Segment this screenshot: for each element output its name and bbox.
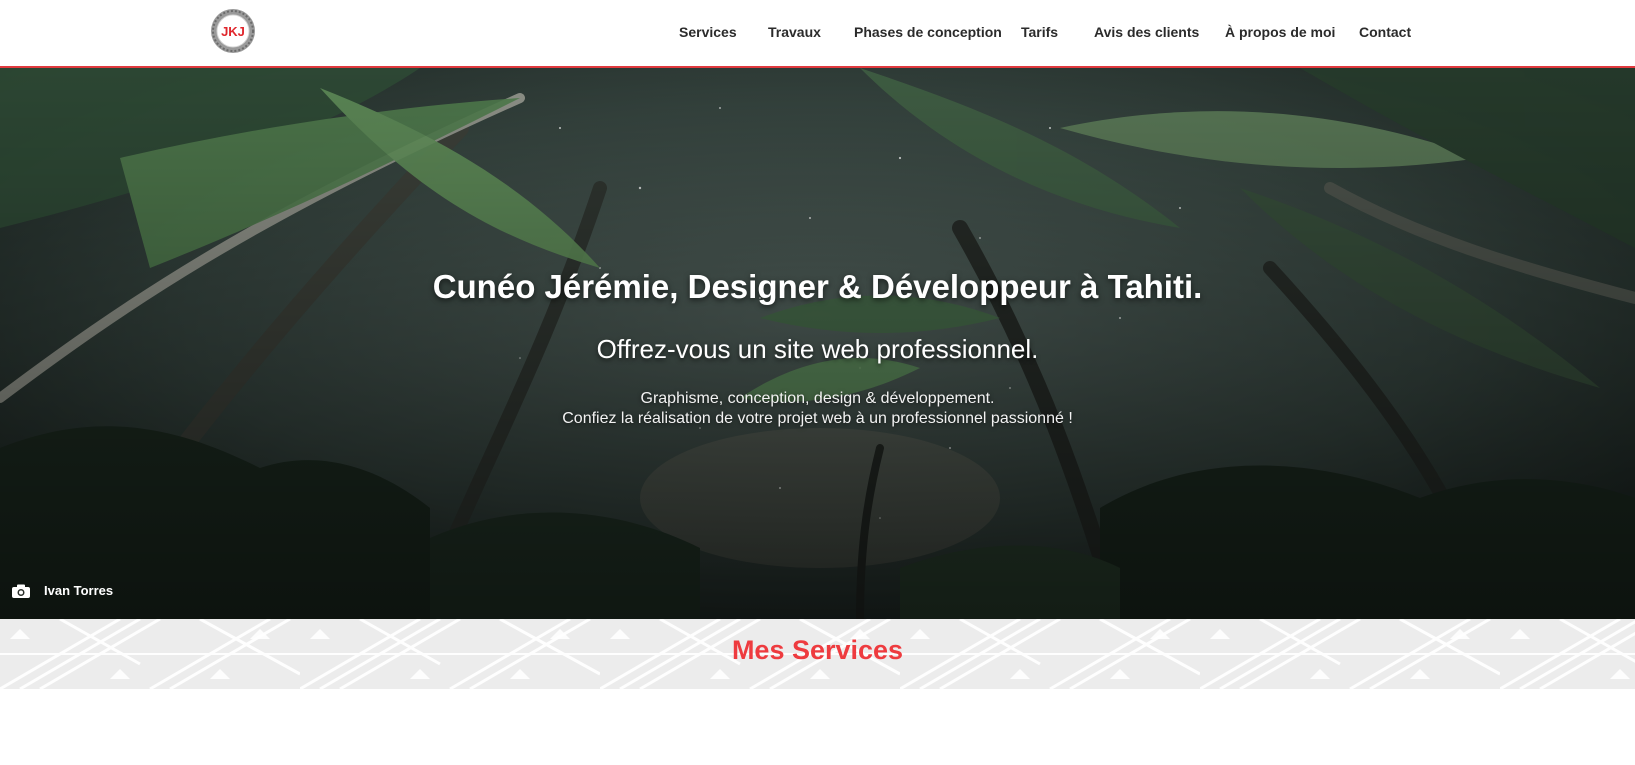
services-title: Mes Services xyxy=(731,635,904,665)
hero-section: Cunéo Jérémie, Designer & Développeur à … xyxy=(0,68,1635,619)
hero-tagline-2: Confiez la réalisation de votre projet w… xyxy=(562,410,1073,427)
main-nav: Services Travaux Phases de conception Ta… xyxy=(0,0,1635,66)
photo-credit-name[interactable]: Ivan Torres xyxy=(44,583,113,598)
camera-icon xyxy=(12,584,30,598)
hero-subtitle: Offrez-vous un site web professionnel. xyxy=(596,334,1039,364)
photo-credit[interactable]: Ivan Torres xyxy=(12,583,113,598)
nav-tarifs[interactable]: Tarifs xyxy=(1021,22,1058,42)
nav-travaux[interactable]: Travaux xyxy=(768,22,821,42)
nav-services[interactable]: Services xyxy=(679,22,737,42)
hero-title: Cunéo Jérémie, Designer & Développeur à … xyxy=(432,268,1203,305)
nav-contact[interactable]: Contact xyxy=(1359,22,1411,42)
nav-phases[interactable]: Phases de conception xyxy=(854,22,1002,42)
nav-a-propos[interactable]: À propos de moi xyxy=(1225,22,1335,42)
nav-avis[interactable]: Avis des clients xyxy=(1094,22,1199,42)
hero-tagline-1: Graphisme, conception, design & développ… xyxy=(640,390,995,407)
site-header: JKJ Services Travaux Phases de conceptio… xyxy=(0,0,1635,68)
services-section-header: Mes Services xyxy=(0,619,1635,689)
